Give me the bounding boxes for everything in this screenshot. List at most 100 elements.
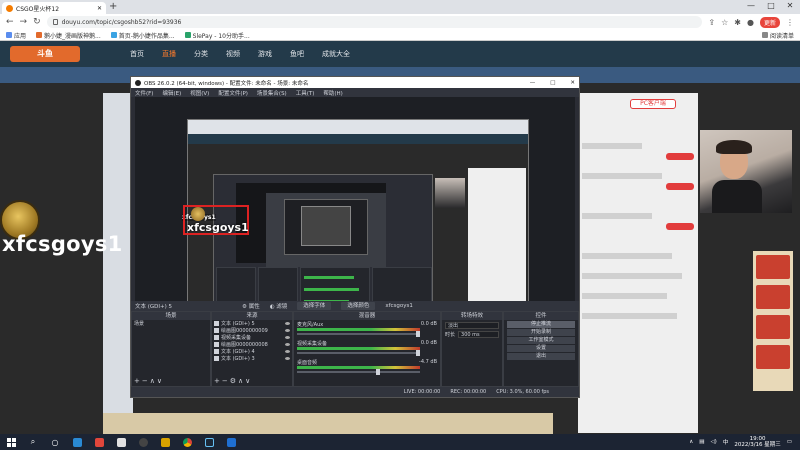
source-item[interactable]: 绘画图0000000008 [212,341,292,348]
taskbar-app[interactable] [110,434,132,450]
scene-controls[interactable]: +−∧∨ [134,377,164,385]
clock[interactable]: 19:00 2022/3/16 星期三 [734,436,780,448]
menu-edit[interactable]: 编辑(E) [162,89,181,97]
search-button[interactable]: ⌕ [22,434,44,450]
task-view-button[interactable]: ○ [44,434,66,450]
volume-knob[interactable] [376,369,380,375]
visibility-eye-icon[interactable] [285,350,290,353]
reading-list[interactable]: 阅读清单 [761,31,794,40]
start-button[interactable] [0,434,22,450]
update-button[interactable]: 更新 [759,16,780,28]
menu-file[interactable]: 文件(F) [135,89,153,97]
source-item[interactable]: 视频采集设备 [212,334,292,341]
browser-tab[interactable]: CSGO星火杯12 ✕ [2,2,106,14]
nav-video[interactable]: 视频 [226,49,240,59]
taskbar-app[interactable] [66,434,88,450]
transition-type[interactable]: 淡出 [445,322,499,329]
source-item[interactable]: 文本 (GDI+) 4 [212,348,292,355]
menu-help[interactable]: 帮助(H) [323,89,342,97]
transitions-dock: 转场特效 淡出 时长 300 ms [441,311,503,387]
bookmark-item[interactable]: 首页-鹅小婕作品集... [110,31,175,40]
nav-games[interactable]: 游戏 [258,49,272,59]
bookmark-star-icon[interactable]: ☆ [721,18,728,27]
visibility-eye-icon[interactable] [285,336,290,339]
menu-profile[interactable]: 配置文件(P) [218,89,248,97]
tray-chevron-icon[interactable]: ∧ [689,439,693,445]
source-item[interactable]: 文本 (GDI+) 3 [212,355,292,362]
volume-slider[interactable] [297,352,420,354]
close-window-icon[interactable]: ✕ [781,1,799,10]
pc-client-badge[interactable]: PC客户端 [630,99,676,109]
source-item[interactable]: 文本 (GDI+) 5 [212,320,292,327]
chat-line [582,143,642,149]
exit-button[interactable]: 退出 [507,353,575,360]
taskbar-app[interactable] [154,434,176,450]
source-controls[interactable]: +−⚙∧∨ [214,377,252,385]
volume-knob[interactable] [416,350,420,356]
source-item[interactable]: 绘画图0000000009 [212,327,292,334]
nav-home[interactable]: 首页 [130,49,144,59]
app-icon [116,437,126,447]
taskbar-steam[interactable] [198,434,220,450]
obs-preview[interactable]: xfcsgoys1 xfcsgoys1 [135,97,575,336]
network-icon[interactable]: ▤ [699,439,704,445]
maximize-icon[interactable]: □ [762,1,780,10]
taskbar-app[interactable] [220,434,242,450]
stop-streaming-button[interactable]: 停止推流 [507,321,575,328]
address-bar[interactable]: douyu.com/topic/csgoshb52?rid=93936 [46,16,703,28]
select-font-button[interactable]: 选择字体 [297,302,332,310]
visibility-eye-icon[interactable] [285,343,290,346]
gift-bar[interactable] [103,413,553,434]
captured-nested-screen [266,193,386,267]
menu-view[interactable]: 视图(V) [190,89,209,97]
forward-icon[interactable]: → [20,17,28,27]
webcam-person-body [712,180,762,213]
visibility-eye-icon[interactable] [285,357,290,360]
douyu-logo[interactable]: 斗鱼 [10,46,80,62]
filters-button[interactable]: ◐ 滤镜 [270,302,288,310]
extensions-icon[interactable]: ✱ [734,18,741,27]
volume-slider[interactable] [297,333,420,335]
promo-card[interactable] [756,345,790,369]
reload-icon[interactable]: ↻ [33,17,41,27]
obs-close-icon[interactable]: ✕ [570,80,575,86]
taskbar-app[interactable] [88,434,110,450]
taskbar-obs[interactable] [132,434,154,450]
ime-icon[interactable]: 中 [723,438,729,446]
notification-icon[interactable]: ▭ [787,439,792,445]
menu-scene-collection[interactable]: 场景集合(S) [257,89,287,97]
bookmark-item[interactable]: SlePay - 10分助手... [184,31,250,40]
nav-achievements[interactable]: 成就大全 [322,49,350,59]
taskbar-chrome[interactable] [176,434,198,450]
scene-item[interactable]: 场景 [132,320,210,327]
promo-card[interactable] [756,255,790,279]
volume-slider[interactable] [297,371,420,373]
new-tab-icon[interactable]: + [109,1,117,12]
nav-yuba[interactable]: 鱼吧 [290,49,304,59]
volume-icon[interactable]: ◁) [710,439,716,445]
obs-minimize-icon[interactable]: — [530,80,536,86]
volume-knob[interactable] [416,331,420,337]
avatar[interactable]: ● [747,18,754,27]
studio-mode-button[interactable]: 工作室模式 [507,337,575,344]
properties-button[interactable]: ⚙ 属性 [242,302,260,310]
visibility-eye-icon[interactable] [285,322,290,325]
bookmark-item[interactable]: 鹅小婕_漫画版神鹅... [36,31,101,40]
tab-close-icon[interactable]: ✕ [97,5,102,12]
settings-button[interactable]: 设置 [507,345,575,352]
start-recording-button[interactable]: 开始录制 [507,329,575,336]
menu-tools[interactable]: 工具(T) [296,89,315,97]
select-color-button[interactable]: 选择颜色 [341,302,376,310]
promo-card[interactable] [756,285,790,309]
nav-live[interactable]: 直播 [162,49,176,59]
minimize-icon[interactable]: — [742,1,760,10]
back-icon[interactable]: ← [6,17,14,27]
obs-maximize-icon[interactable]: □ [550,80,555,86]
side-promo[interactable] [753,251,793,391]
visibility-eye-icon[interactable] [285,329,290,332]
share-icon[interactable]: ⇪ [708,18,715,27]
nav-category[interactable]: 分类 [194,49,208,59]
promo-card[interactable] [756,315,790,339]
menu-icon[interactable]: ⋮ [786,18,794,27]
bookmark-apps[interactable]: 应用 [6,31,26,40]
